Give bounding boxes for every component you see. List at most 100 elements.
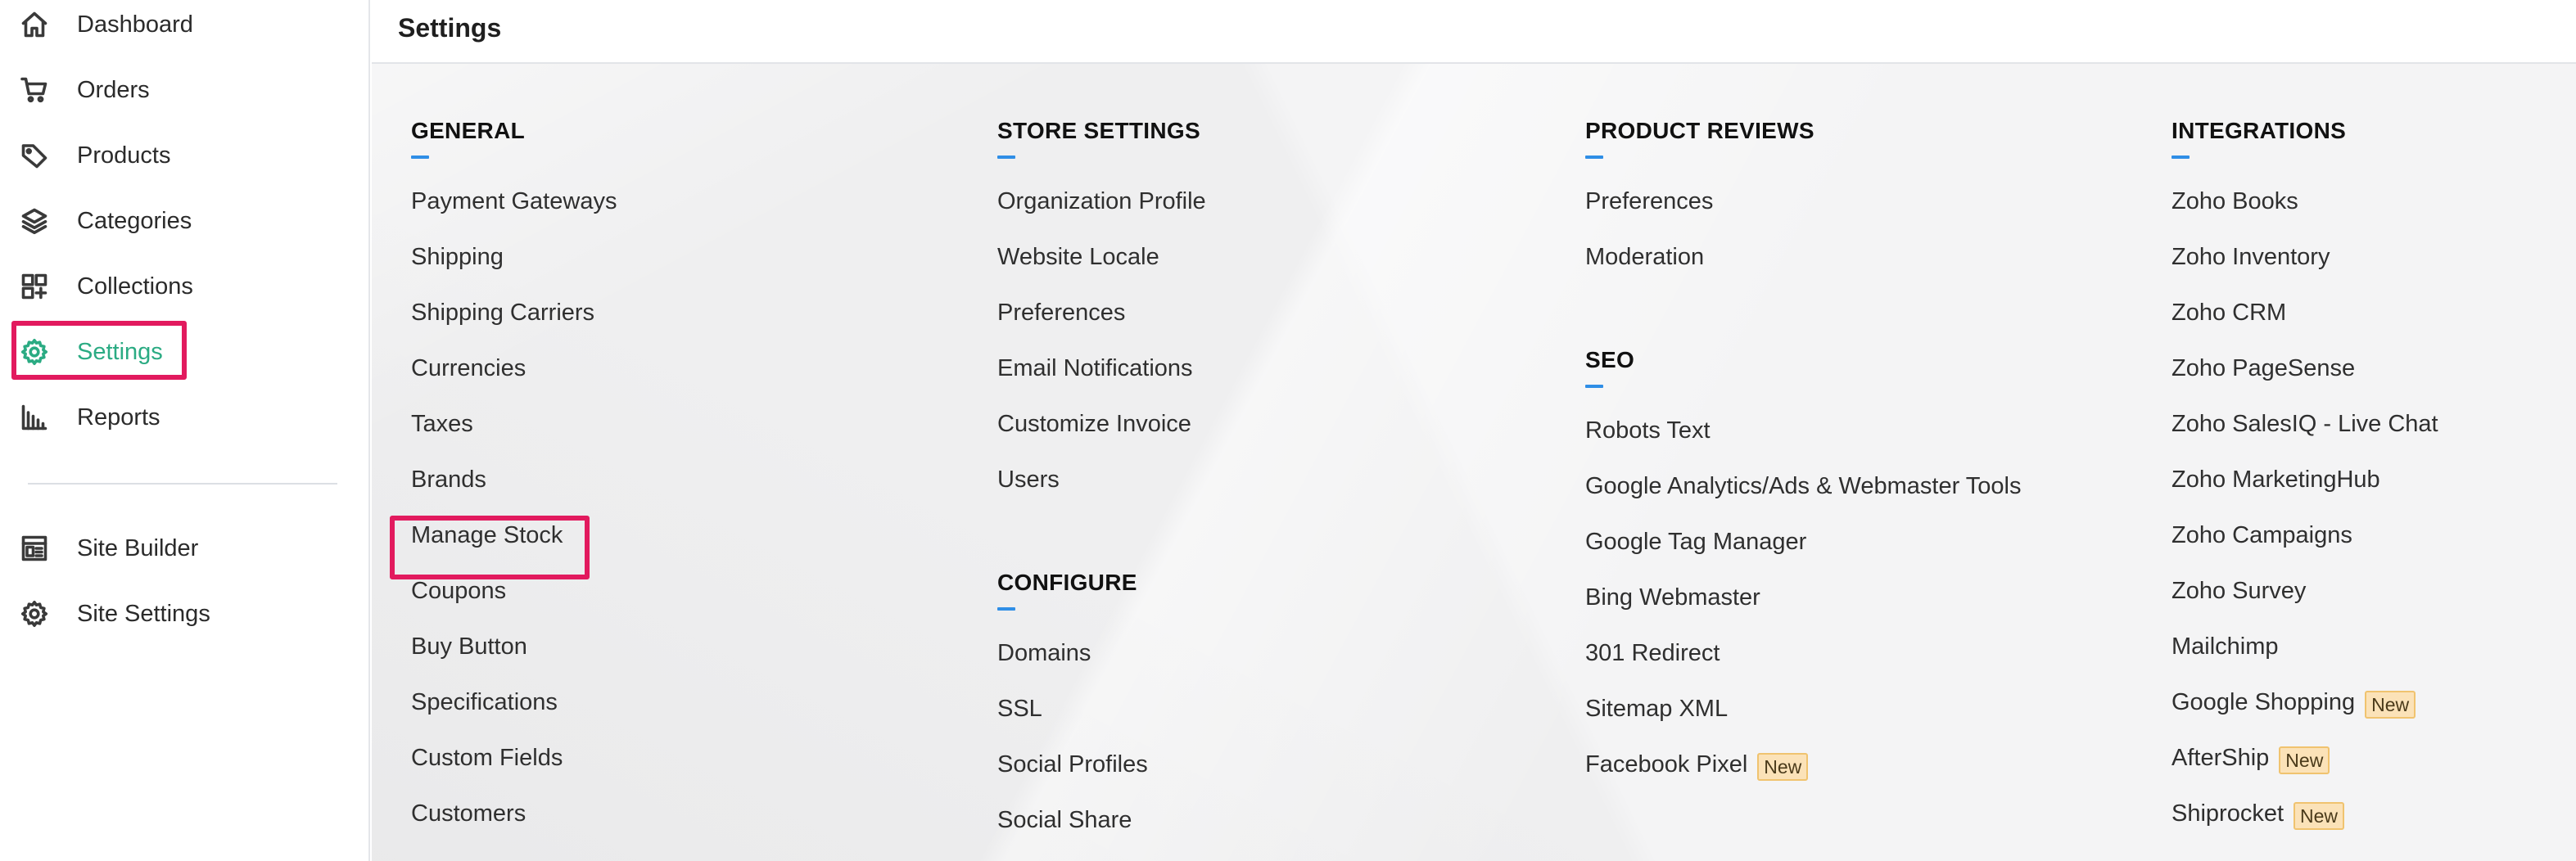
settings-link-custom-fields[interactable]: Custom Fields [411,745,617,800]
section-configure: CONFIGURE Domains SSL Social Profiles So… [997,570,1148,861]
sidebar-item-label: Reports [77,403,160,430]
link-list: Domains SSL Social Profiles Social Share [997,640,1148,861]
settings-link-sitemap-xml[interactable]: Sitemap XML [1585,696,2021,751]
sidebar-item-orders[interactable]: Orders [18,67,150,113]
settings-link-zoho-marketinghub[interactable]: Zoho MarketingHub [2172,467,2438,522]
sidebar-item-label: Settings [77,338,163,365]
sidebar-item-label: Products [77,142,171,169]
settings-link-robots-text[interactable]: Robots Text [1585,417,2021,473]
sidebar-item-label: Collections [77,273,193,300]
settings-link-review-preferences[interactable]: Preferences [1585,188,1814,244]
settings-link-google-shopping[interactable]: Google Shopping New [2172,689,2438,745]
new-badge: New [1757,753,1809,781]
sidebar-item-label: Orders [77,76,150,103]
sidebar-item-collections[interactable]: Collections [18,264,193,309]
settings-link-bing-webmaster[interactable]: Bing Webmaster [1585,584,2021,640]
settings-link-email-notifications[interactable]: Email Notifications [997,355,1206,411]
cart-icon [18,74,51,106]
sidebar-item-categories[interactable]: Categories [18,198,192,244]
settings-link-zoho-campaigns[interactable]: Zoho Campaigns [2172,522,2438,578]
top-bar: Settings [372,0,2576,64]
settings-link-coupons[interactable]: Coupons [411,578,617,633]
heading-underline [411,156,429,159]
sidebar-item-label: Site Settings [77,600,210,627]
settings-link-zoho-survey[interactable]: Zoho Survey [2172,578,2438,633]
settings-link-domains[interactable]: Domains [997,640,1148,696]
heading-underline [2172,156,2190,159]
settings-link-zoho-pagesense[interactable]: Zoho PageSense [2172,355,2438,411]
sidebar-item-dashboard[interactable]: Dashboard [18,2,193,47]
sidebar-item-products[interactable]: Products [18,133,170,178]
settings-link-specifications[interactable]: Specifications [411,689,617,745]
settings-link-301-redirect[interactable]: 301 Redirect [1585,640,2021,696]
settings-link-payment-gateways[interactable]: Payment Gateways [411,188,617,244]
settings-link-buy-button[interactable]: Buy Button [411,633,617,689]
settings-link-shipping[interactable]: Shipping [411,244,617,300]
section-heading: CONFIGURE [997,570,1137,595]
sidebar-divider [28,483,337,485]
link-list: Preferences Moderation [1585,188,1814,300]
settings-link-social-profiles[interactable]: Social Profiles [997,751,1148,807]
settings-link-website-locale[interactable]: Website Locale [997,244,1206,300]
settings-main: Settings GENERAL Payment Gateways Shippi… [372,0,2576,861]
link-list: Zoho Books Zoho Inventory Zoho CRM Zoho … [2172,188,2438,856]
gear-icon [18,597,51,630]
heading-underline [997,156,1015,159]
tag-icon [18,139,51,172]
section-store-settings: STORE SETTINGS Organization Profile Webs… [997,118,1206,522]
settings-link-google-analytics[interactable]: Google Analytics/Ads & Webmaster Tools [1585,473,2021,529]
settings-link-customize-invoice[interactable]: Customize Invoice [997,411,1206,467]
settings-link-organization-profile[interactable]: Organization Profile [997,188,1206,244]
settings-link-customers[interactable]: Customers [411,800,617,856]
settings-link-social-share[interactable]: Social Share [997,807,1148,861]
settings-link-ssl[interactable]: SSL [997,696,1148,751]
collections-icon [18,270,51,303]
heading-underline [1585,385,1603,388]
section-heading: PRODUCT REVIEWS [1585,118,1814,143]
sidebar-item-settings[interactable]: Settings [18,329,163,375]
site-builder-icon [18,532,51,565]
section-general: GENERAL Payment Gateways Shipping Shippi… [411,118,617,856]
home-icon [18,8,51,41]
new-badge: New [2365,691,2416,719]
sidebar: Dashboard Orders Products Categories Col… [0,0,370,861]
settings-link-aftership[interactable]: AfterShip New [2172,745,2438,800]
settings-link-google-tag-manager[interactable]: Google Tag Manager [1585,529,2021,584]
gear-icon [18,336,51,368]
section-heading: GENERAL [411,118,525,143]
settings-link-currencies[interactable]: Currencies [411,355,617,411]
settings-link-shiprocket[interactable]: Shiprocket New [2172,800,2438,856]
sidebar-item-label: Site Builder [77,534,199,561]
sidebar-item-label: Dashboard [77,11,193,38]
new-badge: New [2294,802,2345,830]
sidebar-item-label: Categories [77,207,192,234]
new-badge: New [2279,746,2330,774]
settings-link-mailchimp[interactable]: Mailchimp [2172,633,2438,689]
link-list: Payment Gateways Shipping Shipping Carri… [411,188,617,856]
sidebar-item-reports[interactable]: Reports [18,394,160,440]
settings-link-manage-stock[interactable]: Manage Stock [411,522,617,578]
link-list: Organization Profile Website Locale Pref… [997,188,1206,522]
settings-link-moderation[interactable]: Moderation [1585,244,1814,300]
settings-link-facebook-pixel[interactable]: Facebook Pixel New [1585,751,2021,807]
link-list: Robots Text Google Analytics/Ads & Webma… [1585,417,2021,807]
section-heading: SEO [1585,347,1635,372]
settings-link-taxes[interactable]: Taxes [411,411,617,467]
sidebar-item-site-builder[interactable]: Site Builder [18,525,198,571]
section-heading: STORE SETTINGS [997,118,1200,143]
section-heading: INTEGRATIONS [2172,118,2347,143]
settings-link-zoho-books[interactable]: Zoho Books [2172,188,2438,244]
sidebar-item-site-settings[interactable]: Site Settings [18,591,210,637]
section-seo: SEO Robots Text Google Analytics/Ads & W… [1585,347,2021,807]
settings-link-brands[interactable]: Brands [411,467,617,522]
settings-link-zoho-crm[interactable]: Zoho CRM [2172,300,2438,355]
settings-link-zoho-inventory[interactable]: Zoho Inventory [2172,244,2438,300]
layers-icon [18,205,51,237]
heading-underline [997,607,1015,611]
settings-link-users[interactable]: Users [997,467,1206,522]
settings-link-zoho-salesiq[interactable]: Zoho SalesIQ - Live Chat [2172,411,2438,467]
settings-link-preferences[interactable]: Preferences [997,300,1206,355]
settings-link-shipping-carriers[interactable]: Shipping Carriers [411,300,617,355]
heading-underline [1585,156,1603,159]
page-title: Settings [398,13,502,43]
